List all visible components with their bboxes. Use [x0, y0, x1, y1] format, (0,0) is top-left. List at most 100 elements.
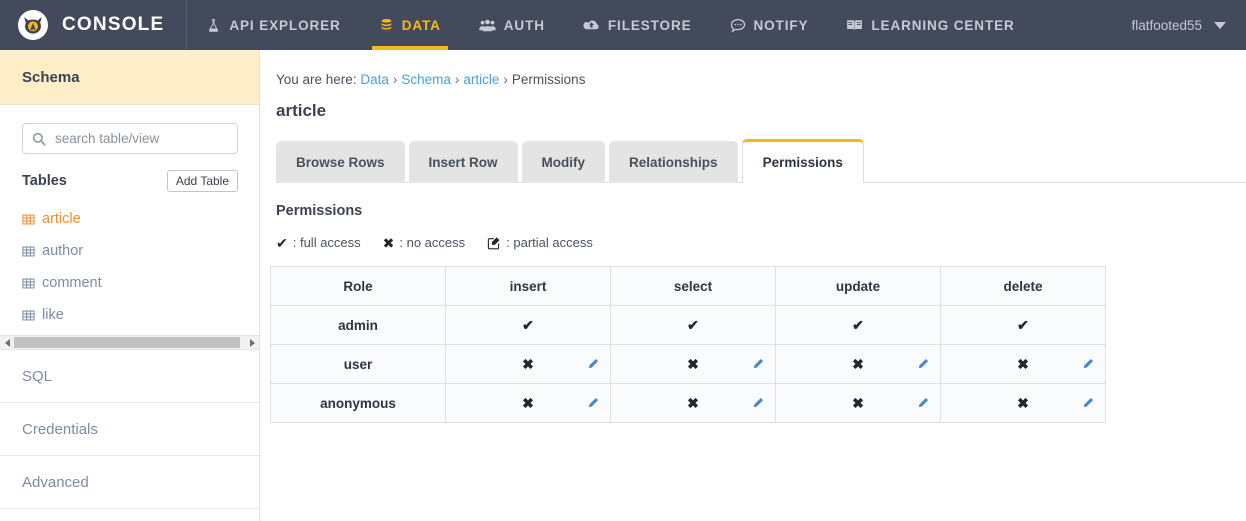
nav-label: LEARNING CENTER: [871, 17, 1015, 33]
breadcrumb-separator: ›: [392, 72, 398, 87]
column-header-select: select: [610, 266, 776, 306]
sidebar-item-sql[interactable]: SQL: [0, 350, 259, 403]
sidebar-nav: SQL Credentials Advanced: [0, 350, 259, 509]
sidebar-table-article[interactable]: article: [22, 203, 238, 235]
pencil-icon[interactable]: [1082, 358, 1094, 370]
sidebar-table-comment[interactable]: comment: [22, 267, 238, 299]
table-name: article: [42, 211, 81, 228]
cross-icon: ✖: [1017, 395, 1029, 411]
nav-item-filestore[interactable]: FILESTORE: [564, 0, 711, 50]
cross-icon: ✖: [522, 356, 534, 372]
user-menu[interactable]: flatfooted55: [1117, 0, 1246, 50]
table-header-row: Role insert select update delete: [270, 266, 1106, 306]
brand-logo[interactable]: CONSOLE: [0, 0, 188, 50]
permissions-table-head: Role insert select update delete: [270, 266, 1106, 306]
table-list: article author comment like: [22, 203, 238, 331]
perm-cell-anonymous-insert[interactable]: ✖: [445, 383, 611, 423]
nav-item-learning-center[interactable]: LEARNING CENTER: [827, 0, 1033, 50]
table-name: like: [42, 307, 64, 324]
scroll-left-arrow[interactable]: [0, 336, 14, 350]
legend-label: : partial access: [506, 235, 593, 250]
scrollbar-track[interactable]: [14, 336, 245, 349]
pencil-icon[interactable]: [587, 358, 599, 370]
pencil-icon[interactable]: [917, 358, 929, 370]
add-table-button[interactable]: Add Table: [166, 170, 238, 193]
pencil-icon[interactable]: [917, 397, 929, 409]
check-icon: ✔: [1017, 317, 1029, 333]
permissions-section-title: Permissions: [276, 203, 363, 219]
cloud-upload-icon: [583, 18, 600, 33]
nav-label: DATA: [401, 17, 441, 33]
search-input[interactable]: [53, 130, 228, 147]
perm-cell-admin-update[interactable]: ✔: [775, 305, 941, 345]
breadcrumb-current: Permissions: [511, 72, 586, 87]
column-header-update: update: [775, 266, 941, 306]
perm-cell-user-update[interactable]: ✖: [775, 344, 941, 384]
check-icon: ✔: [687, 317, 699, 333]
tab-permissions[interactable]: Permissions: [741, 139, 864, 183]
tab-browse-rows[interactable]: Browse Rows: [276, 141, 405, 183]
nav-label: FILESTORE: [607, 17, 692, 33]
breadcrumb: You are here: Data › Schema › article › Permis…: [260, 50, 1246, 87]
page-title: article: [276, 101, 327, 120]
comment-icon: [730, 18, 746, 33]
scroll-right-arrow[interactable]: [245, 336, 259, 350]
perm-cell-anonymous-update[interactable]: ✖: [775, 383, 941, 423]
table-icon: [22, 277, 35, 290]
cross-icon: ✖: [382, 234, 395, 251]
breadcrumb-link-data[interactable]: Data: [360, 72, 389, 87]
sidebar-horizontal-scrollbar[interactable]: [0, 335, 259, 350]
tab-insert-row[interactable]: Insert Row: [408, 141, 518, 183]
breadcrumb-prefix: You are here:: [276, 72, 357, 87]
scrollbar-thumb[interactable]: [14, 337, 240, 348]
column-header-role: Role: [270, 266, 446, 306]
search-table-view-box[interactable]: [22, 123, 238, 154]
table-icon: [22, 245, 35, 258]
perm-cell-user-delete[interactable]: ✖: [940, 344, 1106, 384]
sidebar-item-advanced[interactable]: Advanced: [0, 456, 259, 509]
tab-relationships[interactable]: Relationships: [609, 141, 738, 183]
tables-label: Tables: [22, 173, 67, 190]
tab-strip: Browse Rows Insert Row Modify Relationsh…: [276, 139, 1246, 183]
sidebar-schema-header: Schema: [0, 50, 259, 105]
nav-item-data[interactable]: DATA: [360, 0, 460, 50]
nav-item-api-explorer[interactable]: API EXPLORER: [187, 0, 359, 50]
database-icon: [379, 18, 394, 33]
cross-icon: ✖: [852, 395, 864, 411]
user-name: flatfooted55: [1131, 17, 1202, 33]
table-name: author: [42, 243, 84, 260]
table-name: comment: [42, 275, 102, 292]
perm-cell-admin-delete[interactable]: ✔: [940, 305, 1106, 345]
sidebar-item-credentials[interactable]: Credentials: [0, 403, 259, 456]
permissions-legend: ✔ : full access ✖ : no access : partial …: [276, 235, 1246, 250]
pencil-icon[interactable]: [1082, 397, 1094, 409]
devil-lambda-logo-icon: [18, 10, 48, 40]
cross-icon: ✖: [1017, 356, 1029, 372]
perm-cell-user-insert[interactable]: ✖: [445, 344, 611, 384]
tab-modify[interactable]: Modify: [521, 141, 606, 183]
nav-item-notify[interactable]: NOTIFY: [711, 0, 828, 50]
permissions-table-wrapper: Role insert select update delete admin ✔…: [270, 266, 1246, 423]
table-icon: [22, 213, 35, 226]
perm-cell-user-select[interactable]: ✖: [610, 344, 776, 384]
triangle-left-icon: [4, 338, 10, 347]
sidebar-schema-title: Schema: [22, 68, 80, 86]
table-row: user ✖ ✖ ✖ ✖: [270, 344, 1106, 384]
table-row: anonymous ✖ ✖ ✖ ✖: [270, 383, 1106, 423]
sidebar-table-like[interactable]: like: [22, 299, 238, 331]
check-icon: ✔: [852, 317, 864, 333]
pencil-icon[interactable]: [752, 397, 764, 409]
column-header-delete: delete: [940, 266, 1106, 306]
pencil-icon[interactable]: [587, 397, 599, 409]
perm-cell-anonymous-select[interactable]: ✖: [610, 383, 776, 423]
nav-label: API EXPLORER: [229, 17, 341, 33]
nav-item-auth[interactable]: AUTH: [460, 0, 564, 50]
breadcrumb-link-article[interactable]: article: [463, 72, 499, 87]
chevron-down-icon: [1214, 21, 1226, 29]
breadcrumb-link-schema[interactable]: Schema: [401, 72, 451, 87]
perm-cell-anonymous-delete[interactable]: ✖: [940, 383, 1106, 423]
perm-cell-admin-insert[interactable]: ✔: [445, 305, 611, 345]
perm-cell-admin-select[interactable]: ✔: [610, 305, 776, 345]
pencil-icon[interactable]: [752, 358, 764, 370]
sidebar-table-author[interactable]: author: [22, 235, 238, 267]
